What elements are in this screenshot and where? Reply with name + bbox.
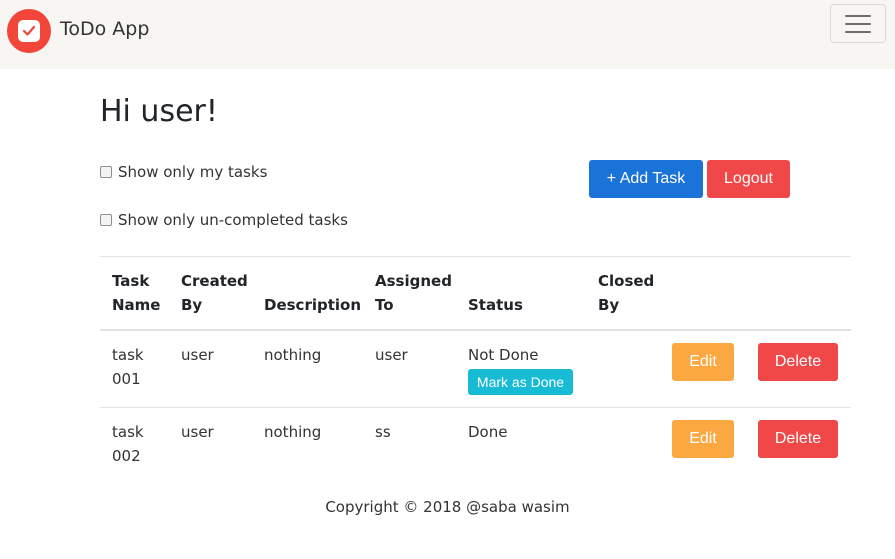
table-header-border <box>100 329 851 331</box>
status-cell: Done <box>468 423 508 441</box>
edit-button[interactable]: Edit <box>672 343 734 381</box>
navbar: ToDo App <box>0 0 895 69</box>
header-description: Description <box>264 296 362 314</box>
filter-uncompleted[interactable]: Show only un-completed tasks <box>100 211 348 229</box>
delete-button[interactable]: Delete <box>758 420 838 458</box>
header-task-name: Task Name <box>112 272 161 314</box>
add-task-button[interactable]: + Add Task <box>589 160 703 198</box>
brand-name[interactable]: ToDo App <box>60 18 149 40</box>
checkbox-uncompleted[interactable] <box>100 214 112 226</box>
table-row-divider <box>100 407 851 408</box>
edit-button[interactable]: Edit <box>672 420 734 458</box>
delete-button[interactable]: Delete <box>758 343 838 381</box>
filter-my-tasks-label: Show only my tasks <box>118 163 268 181</box>
hamburger-menu-icon <box>845 14 871 17</box>
created-by-cell: user <box>181 346 214 364</box>
filter-uncompleted-label: Show only un-completed tasks <box>118 211 348 229</box>
task-name-cell: task 002 <box>112 423 144 465</box>
description-cell: nothing <box>264 423 322 441</box>
footer-copyright: Copyright © 2018 @saba wasim <box>325 498 570 516</box>
checkbox-my-tasks[interactable] <box>100 166 112 178</box>
mark-as-done-button[interactable]: Mark as Done <box>468 369 573 395</box>
header-assigned-to: Assigned To <box>375 272 452 314</box>
assigned-to-cell: ss <box>375 423 391 441</box>
created-by-cell: user <box>181 423 214 441</box>
logout-button[interactable]: Logout <box>707 160 790 198</box>
hamburger-menu-button[interactable] <box>830 4 886 43</box>
status-cell: Not Done <box>468 346 539 364</box>
filter-my-tasks[interactable]: Show only my tasks <box>100 163 267 181</box>
table-top-border <box>100 256 851 257</box>
assigned-to-cell: user <box>375 346 408 364</box>
header-created-by: Created By <box>181 272 248 314</box>
header-status: Status <box>468 296 523 314</box>
todo-check-icon[interactable] <box>7 9 51 53</box>
page-title: Hi user! <box>100 94 218 129</box>
description-cell: nothing <box>264 346 322 364</box>
task-name-cell: task 001 <box>112 346 144 388</box>
header-closed-by: Closed By <box>598 272 655 314</box>
